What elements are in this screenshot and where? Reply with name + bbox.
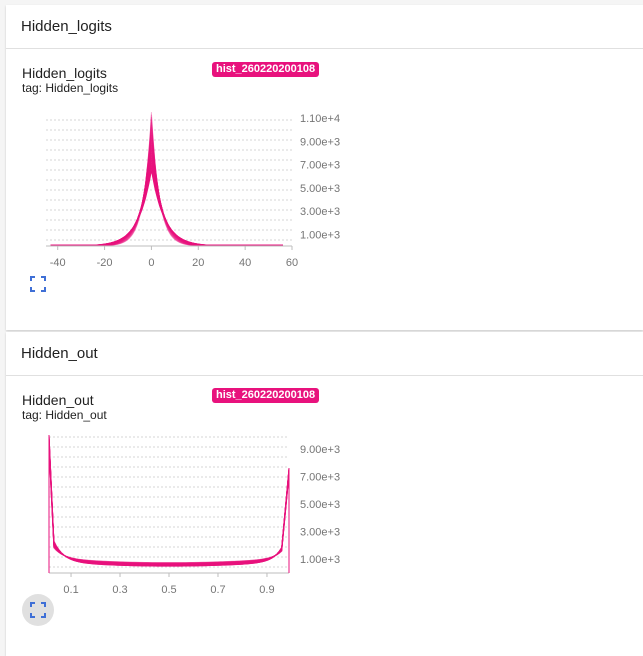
y-tick-label: 3.00e+3 (300, 206, 340, 218)
y-tick-label: 1.00e+3 (300, 229, 340, 241)
histogram-series-line (48, 438, 290, 573)
histogram-series-line (48, 435, 290, 573)
histogram-series-line (50, 170, 283, 246)
histogram-series-line (48, 446, 290, 573)
histogram-series-line (48, 437, 290, 573)
histogram-series-line (50, 157, 283, 246)
histogram-series-line (48, 439, 290, 573)
histogram-series-line (48, 445, 290, 573)
x-tick-label: 0.3 (112, 584, 127, 596)
y-tick-label: 7.00e+3 (300, 471, 340, 483)
y-tick-label: 1.00e+3 (300, 554, 340, 566)
x-tick-label: 60 (286, 257, 298, 269)
histogram-series-line (50, 137, 283, 246)
y-tick-label: 9.00e+3 (300, 136, 340, 148)
histogram-chart: 1.00e+3 3.00e+3 5.00e+3 7.00e+3 9.00e+3 1.10e… (46, 112, 340, 269)
histogram-series-line (48, 446, 290, 573)
x-tick-label: 40 (239, 257, 251, 269)
histogram-series-line (48, 437, 290, 573)
y-tick-label: 3.00e+3 (300, 527, 340, 539)
histogram-section-hidden-out: Hidden_out Hidden_out tag: Hidden_out hi… (6, 332, 643, 656)
histogram-series-line (48, 445, 290, 573)
fullscreen-button[interactable] (22, 594, 54, 626)
y-tick-label: 7.00e+3 (300, 160, 340, 172)
y-tick-label: 9.00e+3 (300, 444, 340, 456)
histogram-series-line (48, 443, 290, 573)
histogram-series-line (50, 167, 283, 246)
y-tick-label: 5.00e+3 (300, 499, 340, 511)
x-tick-label: 0 (148, 257, 154, 269)
x-tick-label: -20 (97, 257, 113, 269)
x-tick-label: 20 (192, 257, 204, 269)
y-tick-label: 1.10e+4 (300, 113, 340, 125)
histogram-series-line (48, 443, 290, 573)
histogram-series-line (50, 162, 283, 246)
histogram-chart: 1.00e+3 3.00e+3 5.00e+3 7.00e+3 9.00e+3 0.1 0.… (48, 434, 340, 596)
histogram-series-line (50, 160, 283, 246)
histogram-series-line (50, 165, 283, 246)
histogram-series-line (50, 150, 283, 246)
fullscreen-icon (30, 276, 46, 292)
histogram-series-line (50, 152, 283, 246)
histogram-series-line (48, 434, 290, 573)
histogram-series-line (48, 444, 290, 573)
histogram-series-line (48, 447, 290, 573)
y-tick-label: 5.00e+3 (300, 183, 340, 195)
fullscreen-icon (30, 602, 46, 618)
x-tick-label: 0.9 (259, 584, 274, 596)
x-tick-label: 0.5 (161, 584, 176, 596)
histogram-series-line (48, 442, 290, 573)
histogram-section-hidden-logits: Hidden_logits Hidden_logits tag: Hidden_… (6, 5, 643, 330)
fullscreen-button[interactable] (22, 268, 54, 300)
x-tick-label: 0.1 (63, 584, 78, 596)
histogram-series-line (48, 439, 290, 573)
x-tick-label: -40 (50, 257, 66, 269)
x-tick-label: 0.7 (210, 584, 225, 596)
histogram-series-line (48, 442, 290, 573)
histogram-series-line (50, 139, 283, 246)
